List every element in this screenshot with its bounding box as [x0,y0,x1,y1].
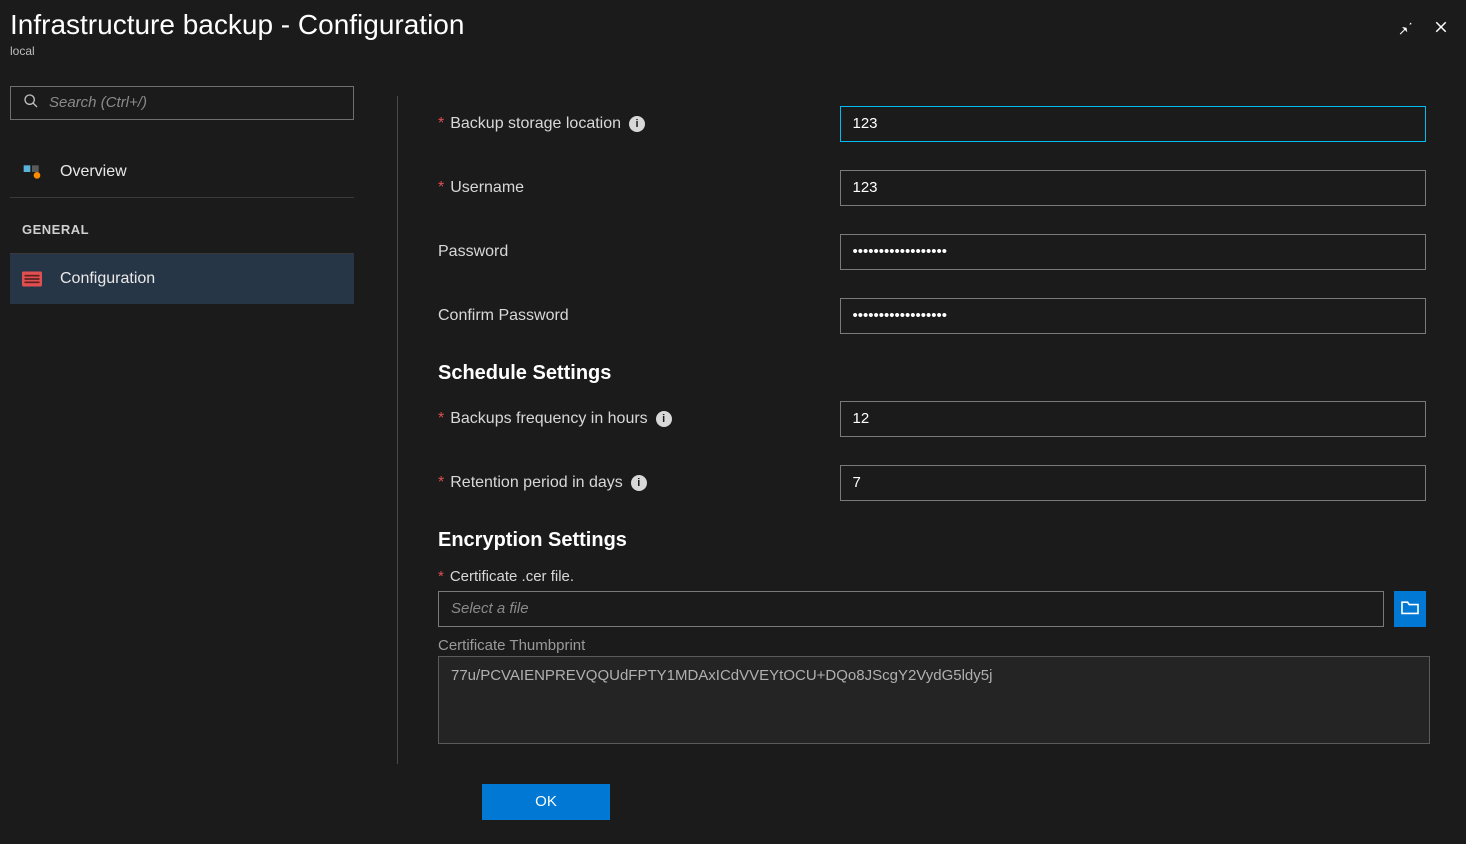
sidebar-section-general: GENERAL [10,198,354,254]
sidebar-item-overview[interactable]: Overview [10,148,354,198]
frequency-input[interactable] [840,401,1427,437]
info-icon[interactable]: i [631,475,647,491]
confirm-password-input[interactable] [840,298,1427,334]
encryption-heading: Encryption Settings [438,529,1426,552]
cert-file-input[interactable] [438,591,1384,627]
sidebar-item-label: Configuration [60,270,155,288]
overview-icon [22,162,46,182]
page-subtitle: local [10,44,464,58]
thumbprint-label: Certificate Thumbprint [438,637,1426,654]
password-label: Password [438,243,840,261]
close-icon[interactable] [1432,18,1450,39]
pin-icon[interactable] [1396,18,1414,39]
schedule-heading: Schedule Settings [438,362,1426,385]
browse-button[interactable] [1394,591,1426,627]
search-input[interactable] [49,94,341,111]
search-box[interactable] [10,86,354,120]
main-panel: *Backup storage location i *Username Pas… [398,66,1466,844]
thumbprint-box: 77u/PCVAIENPREVQQUdFPTY1MDAxICdVVEYtOCU+… [438,656,1430,744]
retention-input[interactable] [840,465,1427,501]
configuration-icon [22,271,46,287]
folder-icon [1400,599,1420,618]
page-title: Infrastructure backup - Configuration [10,8,464,42]
sidebar: Overview GENERAL Configuration [0,66,398,844]
username-label: *Username [438,179,840,197]
info-icon[interactable]: i [629,116,645,132]
password-input[interactable] [840,234,1427,270]
info-icon[interactable]: i [656,411,672,427]
frequency-label: *Backups frequency in hours i [438,410,840,428]
sidebar-item-label: Overview [60,163,127,181]
backup-location-label: *Backup storage location i [438,115,840,133]
sidebar-item-configuration[interactable]: Configuration [10,254,354,304]
blade-header: Infrastructure backup - Configuration lo… [0,0,1466,66]
username-input[interactable] [840,170,1427,206]
backup-location-input[interactable] [840,106,1427,142]
search-icon [23,93,39,112]
ok-button[interactable]: OK [482,784,610,820]
retention-label: *Retention period in days i [438,474,840,492]
cert-file-label: *Certificate .cer file. [438,568,1426,585]
confirm-password-label: Confirm Password [438,307,840,325]
